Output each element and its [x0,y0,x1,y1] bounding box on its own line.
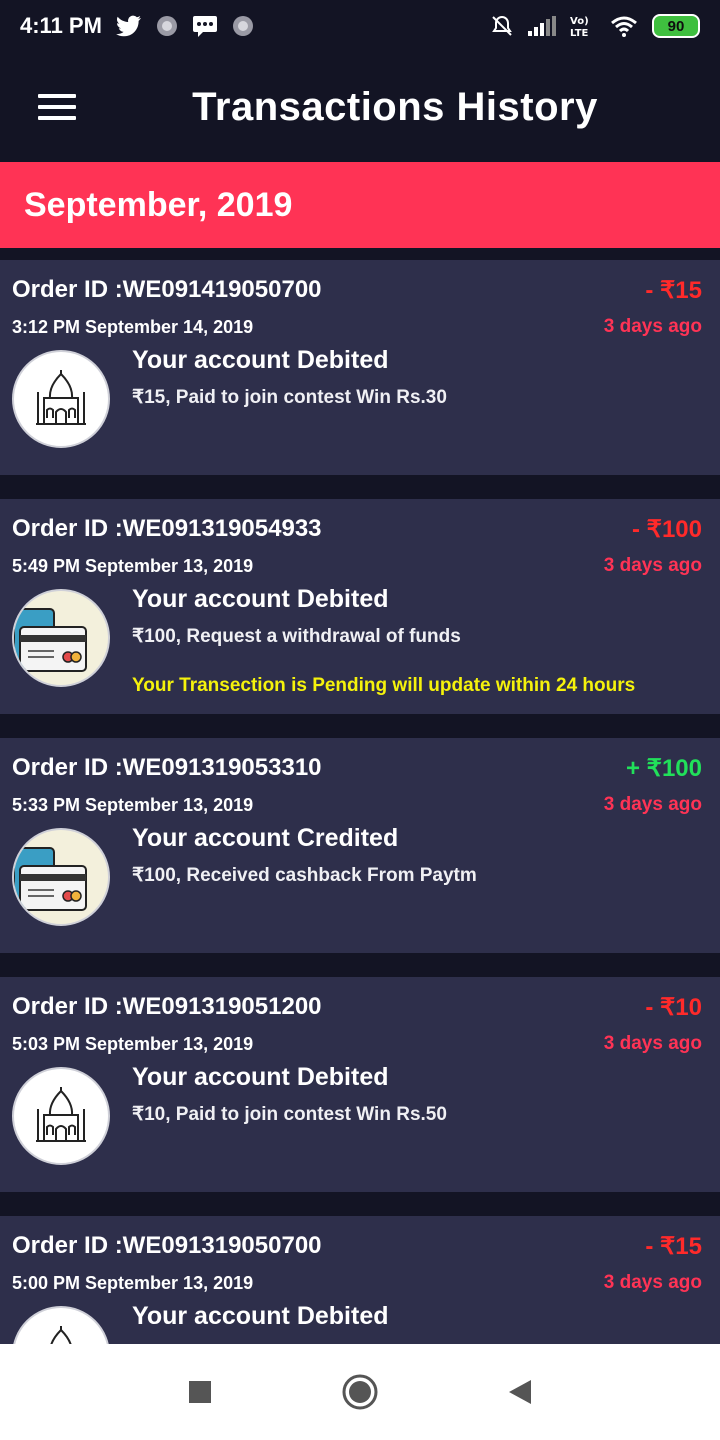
transaction-datetime: 5:49 PM September 13, 2019 [12,555,254,576]
app-icon [156,16,177,36]
transaction-amount: + ₹100 [626,754,702,782]
status-bar: 4:11 PM Vo) LTE 90 [0,0,720,52]
transaction-description: ₹15, Paid to join contest Win Rs.30 [132,387,447,408]
transaction-amount: - ₹100 [632,515,702,543]
transaction-description: ₹100, Request a withdrawal of funds [132,626,461,647]
page-title: Transactions History [192,84,598,129]
relative-time: 3 days ago [603,555,702,576]
order-id: Order ID :WE091319051200 [12,993,322,1020]
transaction-title: Your account Debited [132,1302,389,1330]
transaction-card[interactable]: Order ID :WE091319053310 + ₹100 5:33 PM … [0,738,720,953]
transaction-datetime: 5:00 PM September 13, 2019 [12,1272,254,1293]
transactions-list[interactable]: Order ID :WE091419050700 - ₹15 3:12 PM S… [0,260,720,1344]
recent-apps-icon[interactable] [180,1372,220,1412]
transaction-amount: - ₹15 [645,276,702,304]
mute-icon [492,15,512,36]
battery-icon: 90 [652,14,700,38]
relative-time: 3 days ago [603,794,702,815]
transaction-title: Your account Credited [132,824,399,852]
twitter-icon [115,15,141,37]
order-id: Order ID :WE091319050700 [12,1232,322,1259]
transaction-datetime: 5:03 PM September 13, 2019 [12,1033,254,1054]
system-nav-bar [0,1344,720,1440]
transaction-description: ₹100, Received cashback From Paytm [132,865,477,886]
status-time: 4:11 PM [20,13,102,38]
app-icon [232,16,253,36]
order-id: Order ID :WE091319053310 [12,754,322,781]
transaction-title: Your account Debited [132,346,389,374]
transaction-card[interactable]: Order ID :WE091319054933 - ₹100 5:49 PM … [0,499,720,714]
status-left: 4:11 PM [20,13,254,39]
relative-time: 3 days ago [603,316,702,337]
card-wallet-icon [12,589,110,687]
transaction-description: ₹10, Paid to join contest Win Rs.50 [132,1104,447,1125]
taj-mahal-icon [12,1067,110,1165]
pending-notice: Your Transection is Pending will update … [132,675,636,696]
transaction-datetime: 5:33 PM September 13, 2019 [12,794,254,815]
back-icon[interactable] [500,1372,540,1412]
status-right: Vo) LTE 90 [490,14,700,38]
card-wallet-icon [12,828,110,926]
order-id: Order ID :WE091419050700 [12,276,322,303]
order-id: Order ID :WE091319054933 [12,515,322,542]
transaction-card[interactable]: Order ID :WE091319051200 - ₹10 5:03 PM S… [0,977,720,1192]
relative-time: 3 days ago [603,1033,702,1054]
transaction-datetime: 3:12 PM September 14, 2019 [12,316,254,337]
transaction-title: Your account Debited [132,585,389,613]
transaction-card[interactable]: Order ID :WE091419050700 - ₹15 3:12 PM S… [0,260,720,475]
signal-icon [528,16,556,36]
relative-time: 3 days ago [603,1272,702,1293]
message-icon [192,16,217,37]
month-header: September, 2019 [0,162,720,248]
transaction-title: Your account Debited [132,1063,389,1091]
home-icon[interactable] [340,1372,380,1412]
svg-text:Vo): Vo) [570,16,589,27]
transaction-card[interactable]: Order ID :WE091319050700 - ₹15 5:00 PM S… [0,1216,720,1344]
wifi-icon [611,16,637,37]
transaction-amount: - ₹10 [645,993,702,1021]
transaction-amount: - ₹15 [645,1232,702,1260]
app-bar: Transactions History [0,52,720,162]
taj-mahal-icon [12,350,110,448]
svg-text:LTE: LTE [570,28,589,38]
taj-mahal-icon [12,1306,110,1344]
volte-icon: Vo)LTE [570,16,589,38]
